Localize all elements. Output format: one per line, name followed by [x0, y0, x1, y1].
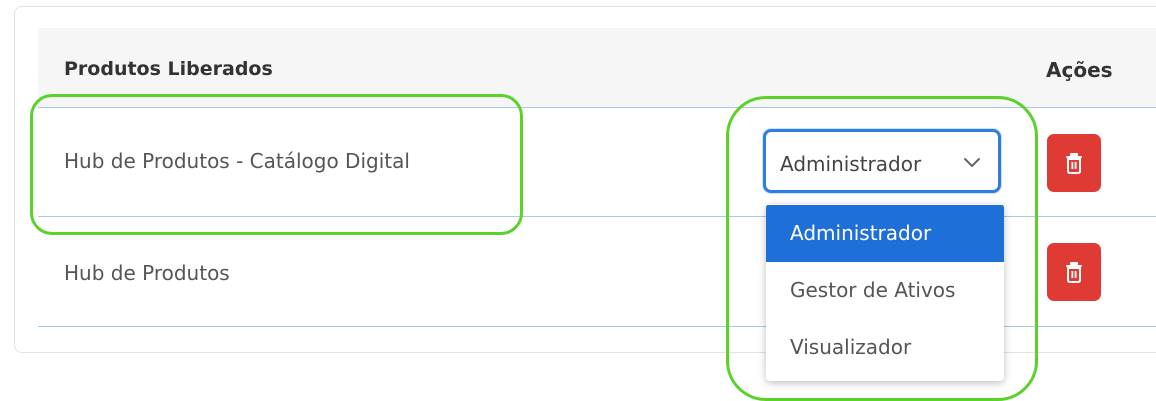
- trash-icon: [1066, 262, 1082, 283]
- role-option-visualizador[interactable]: Visualizador: [766, 319, 1004, 376]
- role-option-administrador[interactable]: Administrador: [766, 205, 1004, 262]
- trash-icon: [1066, 153, 1082, 174]
- role-select[interactable]: Administrador: [763, 129, 1001, 193]
- product-name: Hub de Produtos - Catálogo Digital: [64, 149, 410, 173]
- column-header-actions: Ações: [1046, 58, 1113, 82]
- chevron-down-icon: [964, 158, 980, 167]
- delete-button[interactable]: [1047, 243, 1101, 301]
- column-header-products: Produtos Liberados: [64, 58, 273, 80]
- role-dropdown-menu: Administrador Gestor de Ativos Visualiza…: [766, 204, 1004, 381]
- role-option-gestor-de-ativos[interactable]: Gestor de Ativos: [766, 262, 1004, 319]
- role-select-value: Administrador: [780, 152, 922, 176]
- product-name: Hub de Produtos: [64, 261, 230, 285]
- delete-button[interactable]: [1047, 134, 1101, 192]
